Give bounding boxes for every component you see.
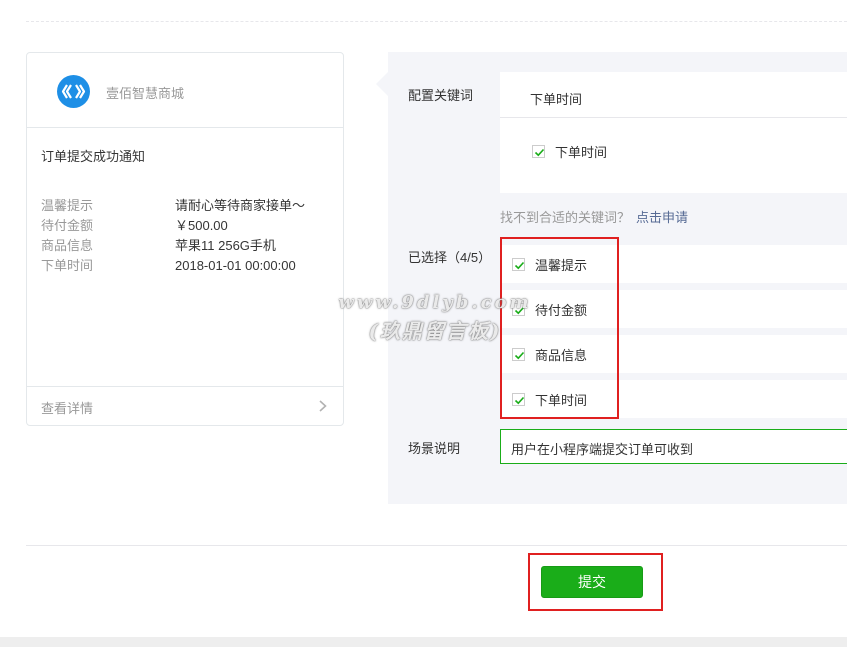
- field-key: 商品信息: [41, 238, 94, 253]
- keyword-search-input[interactable]: 下单时间: [500, 72, 847, 118]
- footer-shade: [0, 637, 847, 647]
- field-value: 请耐心等待商家接单～: [175, 198, 306, 213]
- scene-label: 场景说明: [408, 441, 461, 456]
- scene-description-input[interactable]: 用户在小程序端提交订单可收到: [500, 429, 847, 464]
- apply-keyword-link[interactable]: 点击申请: [636, 210, 688, 225]
- message-preview-card: 壹佰智慧商城 订单提交成功通知 温馨提示 请耐心等待商家接单～ 待付金额 ￥50…: [26, 52, 344, 426]
- checkmark-icon: [514, 351, 525, 359]
- template-config-panel: 配置关键词 下单时间 下单时间 找不到合适的关键词？ 点击申请 已选择（4/5） …: [376, 52, 847, 504]
- submit-button[interactable]: 提交: [541, 566, 643, 598]
- site-watermark: www.9dlyb.com (玖鼎留言板): [320, 292, 550, 344]
- selected-keyword-item: 温馨提示: [500, 245, 847, 283]
- bottom-divider: [26, 545, 847, 546]
- top-divider: [26, 21, 847, 22]
- checkbox[interactable]: [512, 392, 525, 406]
- chevron-right-icon: [319, 400, 327, 412]
- view-details-label: 查看详情: [41, 401, 94, 416]
- field-value: 2018-01-01 00:00:00: [175, 258, 296, 273]
- field-value: 苹果11 256G手机: [175, 238, 276, 253]
- checkmark-icon: [514, 261, 525, 269]
- selected-label: 已选择（4/5）: [408, 250, 492, 265]
- checkbox[interactable]: [512, 347, 525, 361]
- field-key: 待付金额: [41, 218, 94, 233]
- keyword-picker: 下单时间 下单时间: [500, 72, 847, 193]
- view-details-link[interactable]: 查看详情: [27, 386, 343, 425]
- checkbox[interactable]: [532, 145, 545, 158]
- selected-keyword[interactable]: 待付金额: [512, 290, 847, 328]
- notice-field-row: 下单时间 2018-01-01 00:00:00: [41, 256, 305, 276]
- selected-keyword[interactable]: 商品信息: [512, 335, 847, 373]
- store-logo-icon: [57, 75, 90, 108]
- selected-keyword-item: 商品信息: [500, 335, 847, 373]
- store-name: 壹佰智慧商城: [106, 86, 185, 101]
- selected-keyword-label: 下单时间: [535, 392, 588, 408]
- field-key: 下单时间: [41, 258, 94, 273]
- hint-text: 找不到合适的关键词？: [500, 210, 631, 225]
- notice-field-row: 待付金额 ￥500.00: [41, 216, 305, 236]
- selected-keyword-item: 待付金额: [500, 290, 847, 328]
- field-key: 温馨提示: [41, 198, 94, 213]
- watermark-site-name: (玖鼎留言板): [368, 319, 502, 343]
- keyword-hint: 找不到合适的关键词？ 点击申请: [500, 207, 688, 226]
- checkmark-icon: [534, 148, 545, 157]
- keywords-label: 配置关键词: [408, 88, 474, 103]
- selected-keyword[interactable]: 下单时间: [512, 380, 847, 418]
- field-value: ￥500.00: [175, 218, 228, 233]
- notice-title: 订单提交成功通知: [41, 149, 146, 164]
- notice-field-row: 温馨提示 请耐心等待商家接单～: [41, 196, 305, 216]
- keyword-option-label: 下单时间: [555, 145, 608, 160]
- checkbox[interactable]: [512, 257, 525, 271]
- card-header: 壹佰智慧商城: [27, 53, 343, 128]
- selected-keyword[interactable]: 温馨提示: [512, 245, 847, 283]
- panel-pointer: [376, 72, 388, 96]
- watermark-url: www.9dlyb.com: [338, 292, 532, 313]
- selected-keyword-label: 商品信息: [535, 347, 588, 363]
- keyword-option[interactable]: 下单时间: [532, 142, 607, 161]
- selected-keyword-label: 温馨提示: [535, 257, 588, 273]
- notice-fields: 温馨提示 请耐心等待商家接单～ 待付金额 ￥500.00 商品信息 苹果11 2…: [41, 196, 305, 276]
- notice-field-row: 商品信息 苹果11 256G手机: [41, 236, 305, 256]
- checkmark-icon: [514, 396, 525, 404]
- selected-keyword-item: 下单时间: [500, 380, 847, 418]
